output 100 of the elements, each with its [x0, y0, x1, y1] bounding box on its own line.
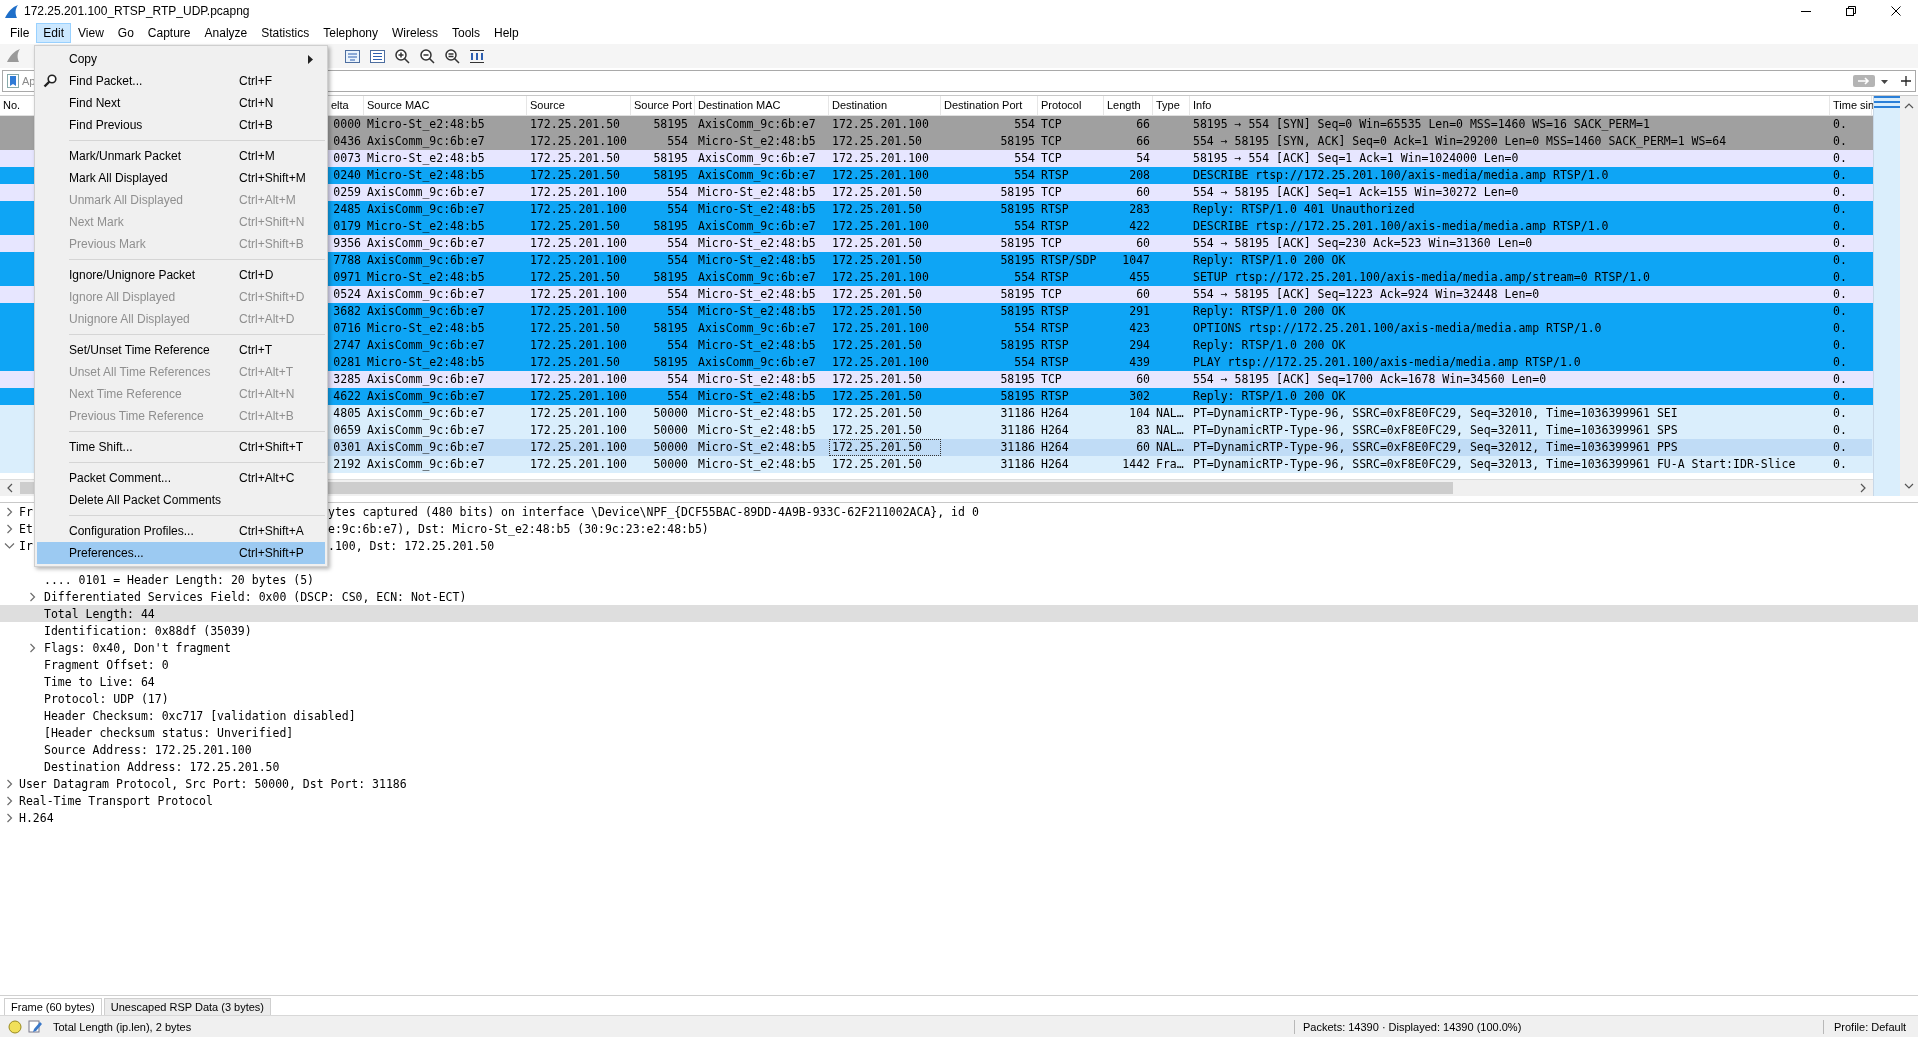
chevron-right-icon[interactable]	[4, 812, 15, 823]
caret-icon[interactable]	[1881, 77, 1888, 85]
chevron-right-icon[interactable]	[4, 506, 15, 517]
table-cell-text: AxisComm_9c:6b:e7	[366, 405, 486, 422]
plus-icon[interactable]	[1901, 76, 1911, 86]
table-cell-text: 291	[1128, 303, 1151, 320]
menu-bar-item[interactable]: Go	[110, 23, 141, 43]
table-cell-text: 302	[1128, 388, 1151, 405]
shark-fin-icon[interactable]	[5, 47, 23, 65]
tree-text: User Datagram Protocol, Src Port: 50000, Dst Port: 31186	[19, 776, 407, 791]
table-cell-text: Reply: RTSP/1.0 200 OK	[1192, 337, 1347, 354]
menu-bar-item[interactable]: Edit	[36, 23, 72, 43]
table-cell-text: RTSP	[1040, 337, 1070, 354]
menu-bar-item[interactable]: Wireless	[385, 23, 445, 43]
table-cell-text: 554	[1013, 218, 1036, 235]
chevron-right-icon[interactable]	[27, 642, 38, 653]
chevron-right-icon[interactable]	[27, 591, 38, 602]
table-cell-text: 172.25.201.50	[831, 337, 923, 354]
menu-item[interactable]: Preferences... Ctrl+Shift+P	[37, 542, 325, 564]
tab[interactable]: Unescaped RSP Data (3 bytes)	[103, 998, 271, 1015]
column-header[interactable]: Destination Port	[941, 96, 1038, 115]
table-cell-text: 172.25.201.50	[529, 320, 621, 337]
column-header[interactable]: Length	[1104, 96, 1153, 115]
menu-bar-item[interactable]: Telephony	[316, 23, 385, 43]
menu-bar-item[interactable]: Capture	[140, 23, 198, 43]
column-header[interactable]: Source MAC	[364, 96, 527, 115]
menu-bar-item[interactable]: Analyze	[197, 23, 255, 43]
table-cell-text: 60	[1135, 371, 1151, 388]
tree-row[interactable]: Total Length: 44	[0, 605, 1918, 622]
chevron-right-icon[interactable]	[4, 795, 15, 806]
tree-text: Et	[19, 521, 33, 536]
column-header[interactable]: Destination MAC	[695, 96, 829, 115]
tree-text: Header Checksum: 0xc717 [validation disabled]	[44, 708, 356, 723]
table-cell-text: 1442	[1121, 456, 1151, 473]
vertical-scrollbar[interactable]	[1900, 96, 1918, 496]
table-cell-text: 0.	[1832, 116, 1848, 133]
column-header[interactable]: Info	[1190, 96, 1830, 115]
menu-item[interactable]: Time Shift... Ctrl+Shift+T	[37, 436, 325, 458]
menu-bar-item[interactable]: File	[3, 23, 37, 43]
close-icon[interactable]	[1890, 6, 1901, 16]
bookmark-icon[interactable]	[7, 74, 19, 88]
table-cell-text: 554	[666, 252, 689, 269]
table-cell-text: AxisComm_9c:6b:e7	[366, 456, 486, 473]
column-header[interactable]: Source	[527, 96, 631, 115]
menu-bar-item[interactable]: Statistics	[254, 23, 317, 43]
table-cell-text: RTSP	[1040, 354, 1070, 371]
scrollbar-minimap[interactable]	[1873, 96, 1900, 496]
table-cell-text: 0971	[332, 269, 362, 286]
menu-item[interactable]: Find Packet... Ctrl+F	[37, 70, 325, 92]
column-header[interactable]: Type	[1153, 96, 1190, 115]
menu-bar-item[interactable]: View	[71, 23, 111, 43]
table-cell-text: 554 → 58195 [ACK] Seq=1 Ack=155 Win=30272 Len=0	[1192, 184, 1520, 201]
column-header[interactable]: Protocol	[1038, 96, 1104, 115]
table-cell-text: 31186	[999, 456, 1036, 473]
table-cell-text: OPTIONS rtsp://172.25.201.100/axis-media/media.amp RTSP/1.0	[1192, 320, 1603, 337]
menu-item[interactable]: Delete All Packet Comments	[37, 489, 325, 511]
tree-text: Destination Address: 172.25.201.50	[44, 759, 280, 774]
table-cell-text: Micro-St_e2:48:b5	[366, 354, 486, 371]
table-cell-text: 172.25.201.50	[831, 286, 923, 303]
menu-item[interactable]: Configuration Profiles... Ctrl+Shift+A	[37, 520, 325, 542]
table-cell-text: PLAY rtsp://172.25.201.100/axis-media/media.amp RTSP/1.0	[1192, 354, 1582, 371]
table-cell-text: Micro-St_e2:48:b5	[366, 320, 486, 337]
table-cell-text: Micro-St_e2:48:b5	[697, 388, 817, 405]
chevron-right-icon[interactable]	[1859, 483, 1867, 493]
table-cell-text: AxisComm_9c:6b:e7	[366, 303, 486, 320]
table-cell-text: Micro-St_e2:48:b5	[366, 150, 486, 167]
chevron-down-icon[interactable]	[4, 540, 15, 551]
chevron-down-icon[interactable]	[1904, 482, 1914, 490]
zoom-in-icon[interactable]	[393, 46, 412, 66]
table-cell-text: 0524	[332, 286, 362, 303]
tree-text: .... 0101 = Header Length: 20 bytes (5)	[44, 572, 315, 587]
menu-item[interactable]: Find Next Ctrl+N	[37, 92, 325, 114]
table-cell-text: RTSP	[1040, 388, 1070, 405]
chevron-up-icon[interactable]	[1904, 102, 1914, 110]
table-cell-text: 554	[666, 133, 689, 150]
table-cell-text: 0.	[1832, 388, 1848, 405]
tree-text: Time to Live: 64	[44, 674, 155, 689]
column-header[interactable]: Time sin	[1830, 96, 1872, 115]
chevron-left-icon[interactable]	[6, 483, 14, 493]
table-cell-text: TCP	[1040, 371, 1063, 388]
column-header[interactable]: Destination	[829, 96, 941, 115]
table-cell: 0.	[1830, 439, 1872, 456]
status-circle-icon[interactable]	[8, 1019, 22, 1034]
zoom-reset-icon[interactable]	[443, 46, 462, 66]
chevron-right-icon[interactable]	[4, 778, 15, 789]
chevron-right-icon[interactable]	[4, 523, 15, 534]
table-cell: Micro-St_e2:48:b5	[695, 439, 829, 456]
shortcut-label: Ctrl+Alt+N	[239, 387, 295, 401]
menu-bar-item[interactable]: Help	[487, 23, 526, 43]
edit-icon[interactable]	[28, 1019, 43, 1034]
menu-item[interactable]: Find Previous Ctrl+B	[37, 114, 325, 136]
table-cell-text: 0000	[332, 116, 362, 133]
tab[interactable]: Frame (60 bytes)	[4, 998, 102, 1015]
menu-item[interactable]: Copy	[37, 48, 325, 70]
table-cell-text: 554	[666, 337, 689, 354]
column-header[interactable]: Source Port	[631, 96, 695, 115]
restore-icon[interactable]	[1845, 6, 1856, 16]
menu-bar-item[interactable]: Tools	[445, 23, 487, 43]
zoom-out-icon[interactable]	[418, 46, 437, 66]
table-cell-text: 172.25.201.100	[831, 269, 930, 286]
